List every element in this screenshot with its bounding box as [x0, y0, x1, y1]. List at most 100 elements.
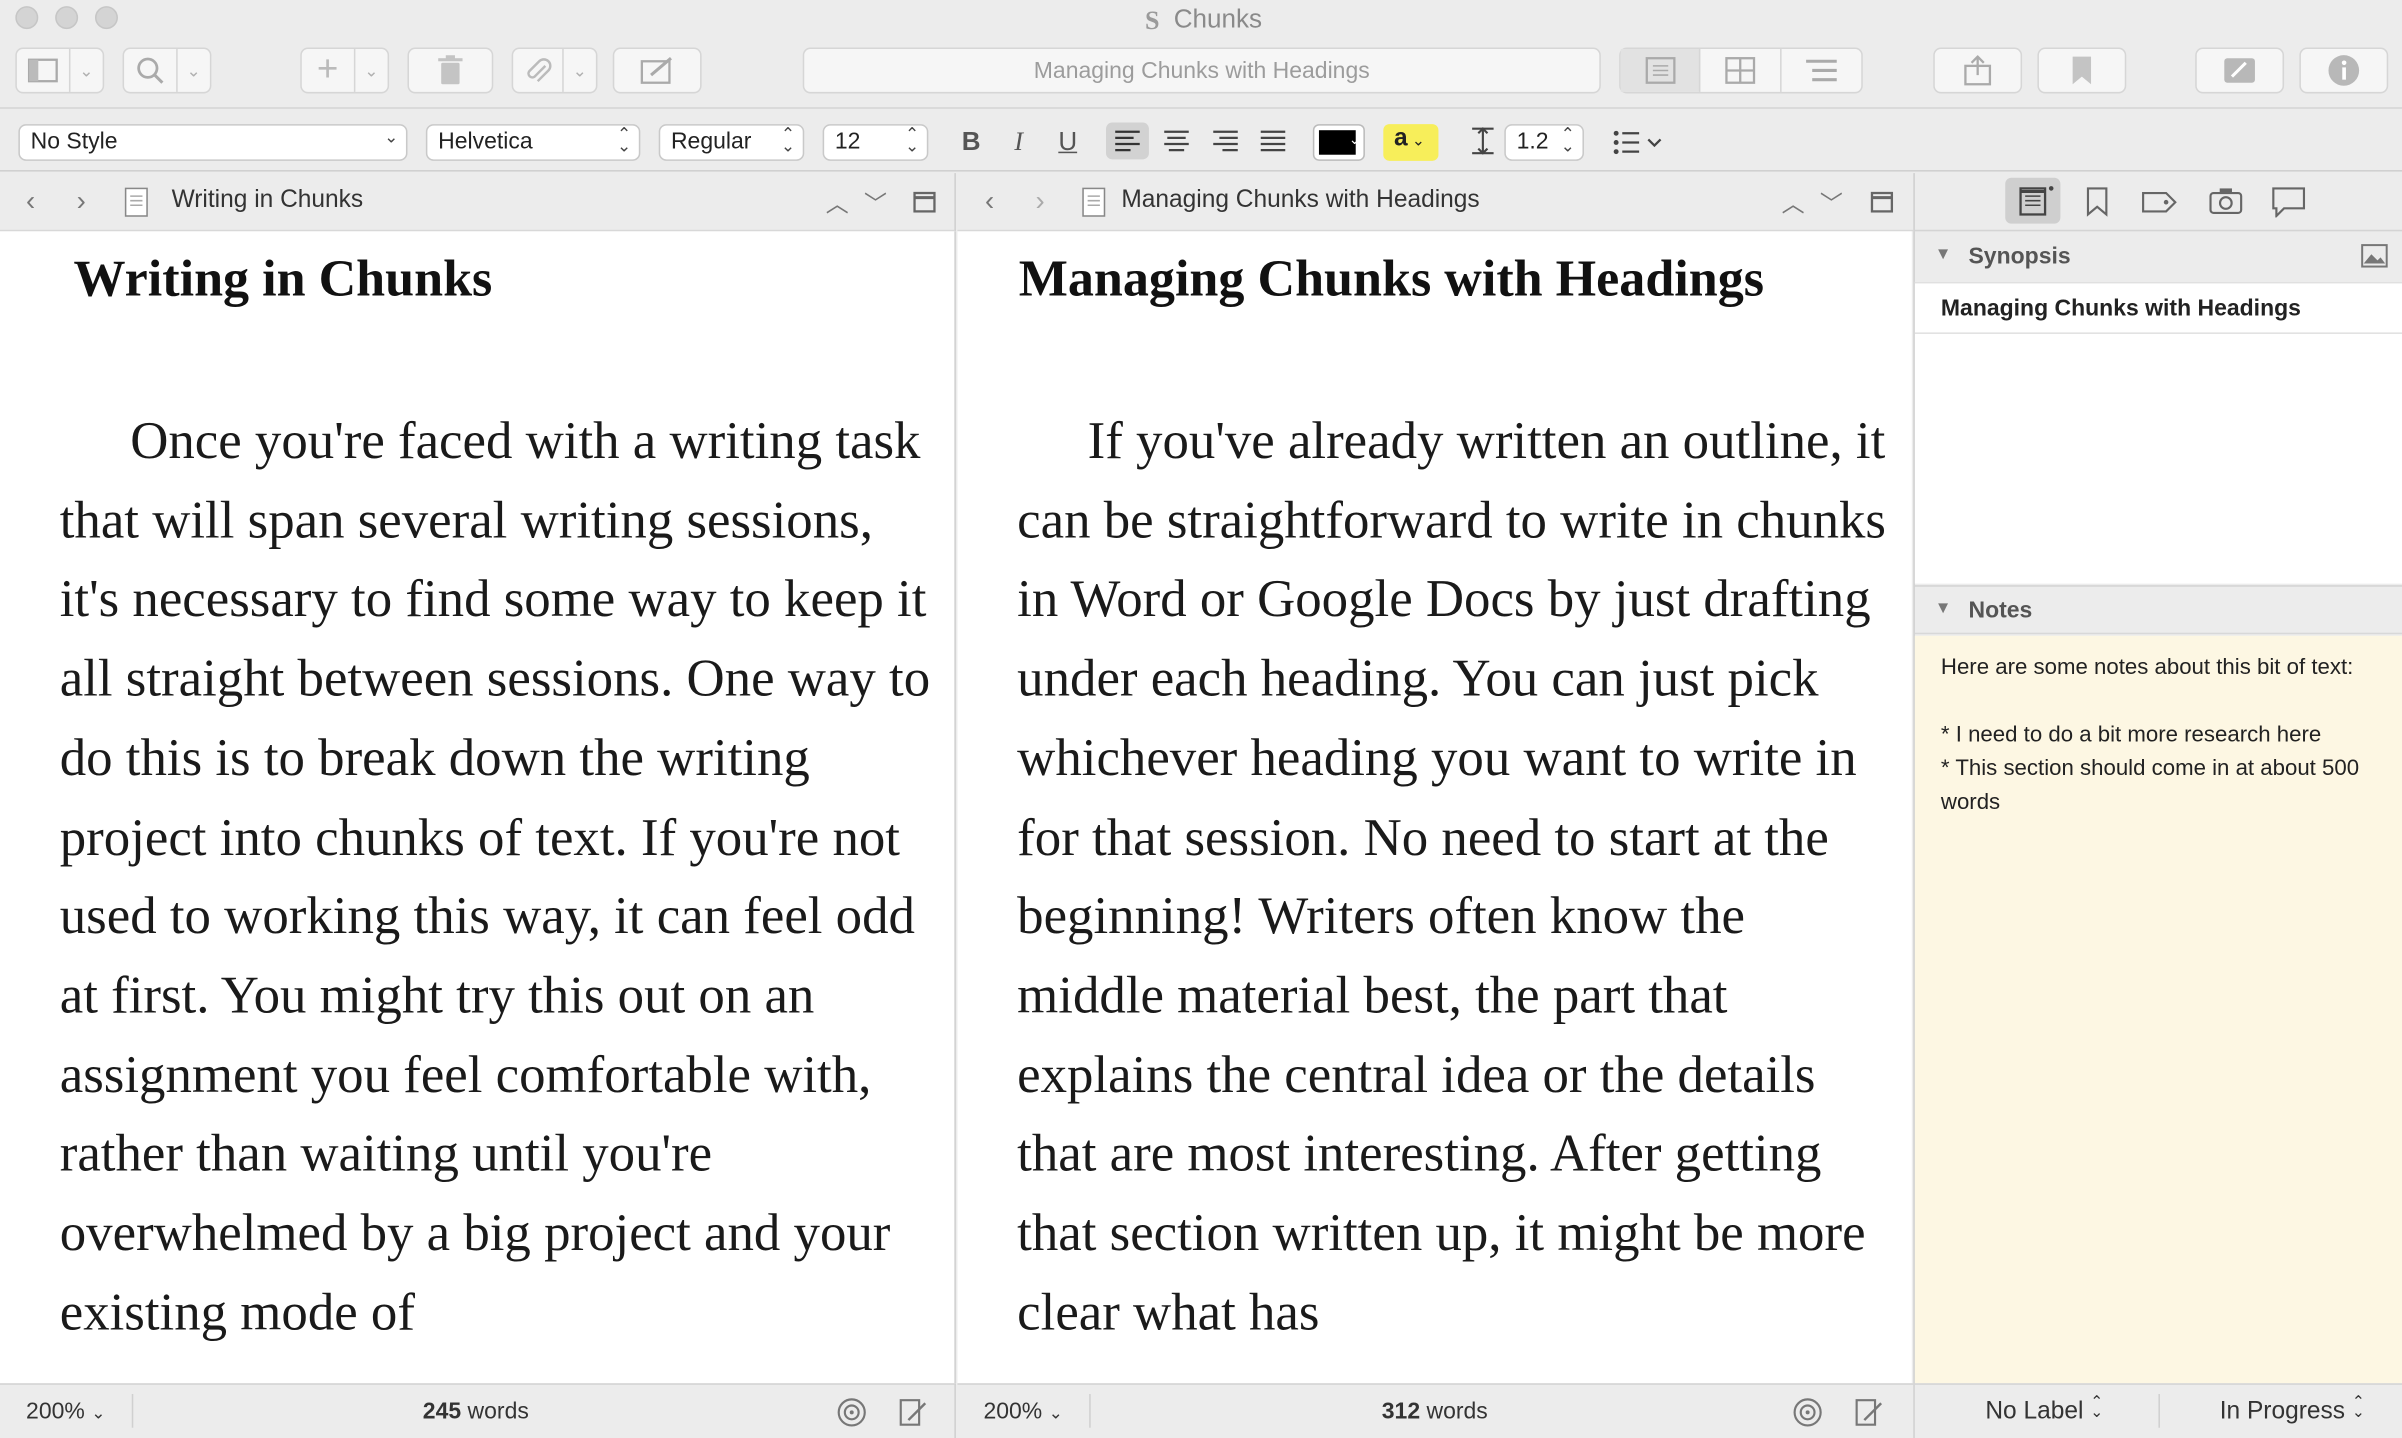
right-editor-footer: 200% ⌄ 312 words: [957, 1383, 1914, 1438]
tag-icon[interactable]: [2142, 190, 2179, 215]
search-control[interactable]: ⌄: [122, 47, 212, 94]
binder-toggle-icon[interactable]: [17, 49, 71, 92]
forward-arrow-icon[interactable]: ›: [1036, 185, 1045, 217]
composition-mode-button[interactable]: [2195, 47, 2285, 94]
forward-arrow-icon[interactable]: ›: [77, 185, 86, 217]
italic-button[interactable]: I: [1002, 127, 1036, 158]
text-color-button[interactable]: ⌄: [1312, 124, 1365, 161]
chevron-down-icon[interactable]: ﹀: [864, 187, 887, 219]
chevron-down-icon[interactable]: ﹀: [1820, 187, 1843, 219]
trash-icon: [438, 55, 463, 85]
font-family-select[interactable]: Helvetica ⌃ ⌄: [425, 124, 641, 161]
compose-button[interactable]: [612, 47, 702, 94]
edit-note-icon[interactable]: [1852, 1396, 1886, 1430]
font-weight-select[interactable]: Regular ⌃ ⌄: [658, 124, 805, 161]
document-view-icon[interactable]: [1620, 49, 1701, 92]
align-justify-button[interactable]: [1252, 123, 1295, 160]
plus-icon[interactable]: +: [302, 49, 356, 92]
bookmark-button[interactable]: [2037, 47, 2127, 94]
synopsis-header[interactable]: ▼ Synopsis: [1915, 233, 2402, 282]
align-left-button[interactable]: [1106, 122, 1149, 160]
app-logo-icon: S: [1144, 6, 1160, 36]
word-count: 312 words: [1381, 1398, 1488, 1425]
comment-icon[interactable]: [2272, 187, 2306, 218]
image-icon[interactable]: [2361, 244, 2389, 269]
inspector-panel: ▼ Synopsis Managing Chunks with Headings…: [1913, 173, 2402, 1438]
edit-note-icon[interactable]: [896, 1396, 930, 1430]
split-toggle-icon[interactable]: [913, 191, 936, 213]
bookmark-icon[interactable]: [2086, 187, 2108, 218]
notes-header[interactable]: ▼ Notes: [1914, 585, 2402, 635]
zoom-select[interactable]: 200% ⌄: [26, 1399, 105, 1425]
back-arrow-icon[interactable]: ‹: [26, 185, 35, 217]
notes-label: Notes: [1968, 597, 2033, 624]
target-icon[interactable]: [1792, 1397, 1823, 1428]
disclosure-triangle-icon[interactable]: ▼: [1935, 599, 1952, 617]
right-document-heading: Managing Chunks with Headings: [1018, 251, 1765, 308]
right-document-body[interactable]: If you've already written an outline, it…: [1017, 403, 1899, 1353]
zoom-select[interactable]: 200% ⌄: [983, 1399, 1062, 1425]
chevron-down-icon[interactable]: ⌄: [70, 49, 103, 92]
add-item-control[interactable]: + ⌄: [300, 47, 390, 94]
synopsis-text-area[interactable]: [1914, 333, 2402, 584]
up-down-arrows-icon: ⌃ ⌄: [1560, 125, 1575, 157]
document-icon: [1082, 187, 1106, 217]
chevron-down-icon: ⌄: [1048, 1404, 1063, 1424]
left-document-body[interactable]: Once you're faced with a writing task th…: [60, 403, 933, 1353]
corkboard-view-icon[interactable]: [1701, 49, 1782, 92]
notes-text-area[interactable]: Here are some notes about this bit of te…: [1914, 635, 2402, 1384]
target-icon[interactable]: [836, 1397, 867, 1428]
split-toggle-icon[interactable]: [1870, 191, 1894, 213]
view-layout-control[interactable]: ⌄: [15, 47, 105, 94]
share-icon: [1964, 55, 1992, 86]
chevron-down-icon[interactable]: ⌄: [355, 49, 388, 92]
inspector-toggle-button[interactable]: [2299, 47, 2389, 94]
attachment-control[interactable]: ⌄: [511, 47, 598, 94]
right-editor-title: Managing Chunks with Headings: [1121, 186, 1480, 213]
align-left-icon: [1115, 130, 1140, 152]
bullet-list-icon: [1613, 130, 1662, 155]
list-style-button[interactable]: [1608, 124, 1669, 161]
up-down-arrows-icon: ⌃ ⌄: [617, 125, 632, 157]
format-bar: No Style ⌄ Helvetica ⌃ ⌄ Regular ⌃ ⌄ 12 ⌃ ⌄ B I…: [0, 107, 2402, 172]
paperclip-icon[interactable]: [513, 49, 564, 92]
search-icon[interactable]: [124, 49, 178, 92]
chevron-down-icon[interactable]: ⌄: [563, 49, 595, 92]
status-select[interactable]: In Progress ⌃ ⌄: [2220, 1394, 2365, 1426]
inspector-footer: No Label ⌃ ⌄ In Progress ⌃ ⌄: [1914, 1383, 2402, 1438]
bold-button[interactable]: B: [954, 127, 988, 158]
label-select[interactable]: No Label ⌃ ⌄: [1985, 1395, 2103, 1426]
divider: [2158, 1394, 2160, 1428]
left-editor-header: ‹ › Writing in Chunks ︿ ﹀: [0, 173, 956, 232]
title-bar: S Chunks: [0, 0, 2402, 40]
align-right-icon: [1213, 130, 1238, 152]
underline-button[interactable]: U: [1051, 127, 1085, 158]
right-editor[interactable]: Managing Chunks with Headings If you've …: [957, 231, 1912, 1384]
left-document-heading: Writing in Chunks: [73, 251, 493, 308]
disclosure-triangle-icon[interactable]: ▼: [1935, 245, 1952, 263]
highlight-color-button[interactable]: a ⌄: [1383, 124, 1439, 161]
view-mode-control[interactable]: [1619, 47, 1863, 94]
document-icon: [124, 187, 148, 217]
inspector-tabs: [1914, 173, 2402, 232]
document-title-field[interactable]: Managing Chunks with Headings: [802, 47, 1601, 94]
camera-icon[interactable]: [2209, 187, 2243, 215]
chevron-up-icon[interactable]: ︿: [826, 187, 849, 219]
trash-button[interactable]: [407, 47, 494, 94]
tab-notes[interactable]: [2005, 177, 2061, 224]
back-arrow-icon[interactable]: ‹: [985, 185, 994, 217]
chevron-down-icon[interactable]: ⌄: [177, 49, 210, 92]
left-editor-title: Writing in Chunks: [171, 186, 364, 213]
chevron-up-icon[interactable]: ︿: [1782, 187, 1805, 219]
align-center-button[interactable]: [1155, 123, 1198, 160]
share-button[interactable]: [1933, 47, 2023, 94]
info-icon: [2328, 55, 2360, 86]
line-spacing-select[interactable]: 1.2 ⌃ ⌄: [1504, 124, 1584, 161]
outline-view-icon[interactable]: [1781, 49, 1861, 92]
font-size-select[interactable]: 12 ⌃ ⌄: [822, 124, 929, 161]
paragraph-style-select[interactable]: No Style ⌄: [18, 124, 408, 161]
synopsis-title-field[interactable]: Managing Chunks with Headings: [1914, 281, 2402, 334]
align-right-button[interactable]: [1204, 123, 1247, 160]
up-down-arrows-icon: ⌃ ⌄: [2351, 1394, 2365, 1422]
left-editor[interactable]: Writing in Chunks Once you're faced with…: [0, 231, 956, 1384]
